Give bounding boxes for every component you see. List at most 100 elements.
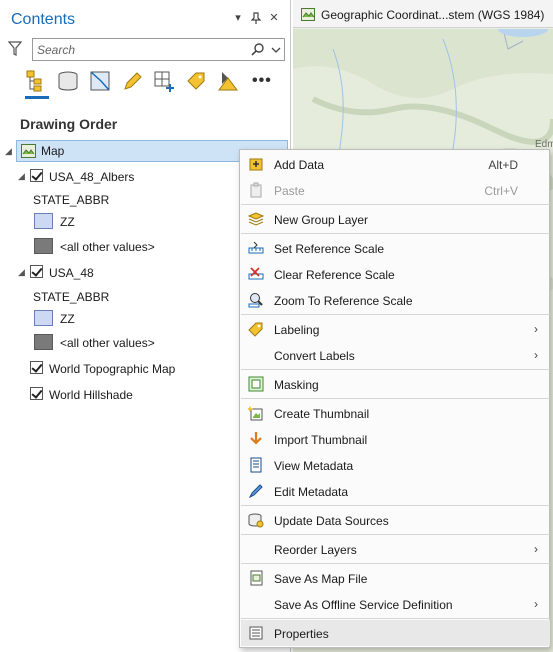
menu-item-create-thumbnail[interactable]: Create Thumbnail (241, 400, 550, 426)
menu-item-labeling[interactable]: Labeling › (241, 316, 550, 342)
menu-separator (241, 618, 550, 619)
menu-item-label: Update Data Sources (274, 514, 389, 528)
field-heading: STATE_ABBR (33, 193, 110, 207)
symbol-swatch[interactable] (34, 238, 53, 254)
clear-scale-icon (248, 266, 264, 282)
pane-options-icon[interactable]: ▾ (231, 12, 245, 24)
save-map-file-icon (248, 570, 264, 586)
menu-item-label: Clear Reference Scale (274, 268, 395, 282)
menu-item-label: Paste (274, 184, 305, 198)
symbol-swatch[interactable] (34, 213, 53, 229)
menu-item-label: View Metadata (274, 459, 354, 473)
chevron-right-icon: › (534, 348, 538, 362)
list-by-perspective-imagery-icon[interactable] (216, 68, 242, 96)
pane-title: Contents (11, 11, 76, 28)
collapse-icon[interactable]: ◢ (18, 267, 25, 278)
update-sources-icon (248, 512, 264, 528)
symbol-swatch[interactable] (34, 310, 53, 326)
menu-separator (241, 505, 550, 506)
contents-toolbar: ••• (20, 68, 280, 99)
menu-item-label: Properties (274, 627, 329, 641)
layer-name[interactable]: World Topographic Map (49, 362, 175, 376)
menu-item-zoom-to-reference-scale[interactable]: Zoom To Reference Scale (241, 287, 550, 313)
reference-scale-icon (248, 240, 264, 256)
menu-item-save-as-map-file[interactable]: Save As Map File (241, 565, 550, 591)
menu-item-view-metadata[interactable]: View Metadata (241, 452, 550, 478)
menu-item-label: Masking (274, 378, 319, 392)
masking-icon (248, 376, 264, 392)
menu-item-masking[interactable]: Masking (241, 371, 550, 397)
symbol-swatch[interactable] (34, 334, 53, 350)
list-by-source-icon[interactable] (56, 68, 82, 96)
menu-item-label: Edit Metadata (274, 485, 349, 499)
menu-item-set-reference-scale[interactable]: Set Reference Scale (241, 235, 550, 261)
menu-item-convert-labels[interactable]: Convert Labels › (241, 342, 550, 368)
search-field[interactable] (32, 38, 285, 61)
menu-item-import-thumbnail[interactable]: Import Thumbnail (241, 426, 550, 452)
layer-name[interactable]: USA_48 (49, 266, 94, 280)
chevron-down-icon[interactable] (271, 44, 281, 54)
list-by-editing-icon[interactable] (120, 68, 146, 96)
map-icon (301, 8, 315, 21)
menu-item-add-data[interactable]: Add Data Alt+D (241, 151, 550, 177)
chevron-right-icon: › (534, 542, 538, 556)
labeling-icon (248, 321, 264, 337)
menu-item-clear-reference-scale[interactable]: Clear Reference Scale (241, 261, 550, 287)
list-by-drawing-order-icon[interactable] (24, 68, 50, 99)
layer-visibility-checkbox[interactable] (30, 361, 43, 374)
more-options-icon[interactable]: ••• (252, 72, 272, 90)
class-label: ZZ (60, 312, 75, 326)
pin-icon[interactable] (249, 12, 263, 27)
menu-item-save-as-offline-service-definition[interactable]: Save As Offline Service Definition › (241, 591, 550, 617)
map-icon (21, 144, 36, 158)
collapse-icon[interactable]: ◢ (18, 171, 25, 182)
collapse-icon[interactable]: ◢ (5, 146, 12, 157)
menu-separator (241, 398, 550, 399)
list-by-selection-icon[interactable] (88, 68, 114, 96)
menu-item-label: Labeling (274, 323, 320, 337)
layer-name[interactable]: USA_48_Albers (49, 170, 134, 184)
import-thumbnail-icon (248, 431, 264, 447)
menu-item-new-group-layer[interactable]: New Group Layer (241, 206, 550, 232)
pane-header: Contents ▾ ✕ (0, 0, 291, 34)
edit-metadata-icon (248, 483, 264, 499)
menu-item-reorder-layers[interactable]: Reorder Layers › (241, 536, 550, 562)
menu-item-label: Convert Labels (274, 349, 355, 363)
layer-name[interactable]: World Hillshade (49, 388, 133, 402)
menu-item-properties[interactable]: Properties (241, 620, 550, 646)
view-metadata-icon (248, 457, 264, 473)
menu-item-paste[interactable]: Paste Ctrl+V (241, 177, 550, 203)
menu-item-edit-metadata[interactable]: Edit Metadata (241, 478, 550, 504)
group-layer-icon (247, 211, 265, 227)
filter-icon[interactable] (7, 40, 24, 58)
list-by-snapping-icon[interactable] (152, 68, 178, 96)
menu-item-label: Save As Offline Service Definition (274, 598, 453, 612)
layer-visibility-checkbox[interactable] (30, 387, 43, 400)
menu-separator (241, 534, 550, 535)
search-input[interactable] (37, 41, 237, 58)
menu-separator (241, 204, 550, 205)
class-label: <all other values> (60, 336, 155, 350)
menu-item-label: Zoom To Reference Scale (274, 294, 413, 308)
field-heading: STATE_ABBR (33, 290, 110, 304)
menu-item-update-data-sources[interactable]: Update Data Sources (241, 507, 550, 533)
list-by-labeling-icon[interactable] (184, 68, 210, 96)
menu-separator (241, 314, 550, 315)
context-menu: Add Data Alt+D Paste Ctrl+V New Group La… (239, 149, 550, 648)
menu-separator (241, 369, 550, 370)
properties-icon (248, 625, 264, 641)
close-icon[interactable]: ✕ (267, 12, 281, 24)
search-icon[interactable] (251, 42, 265, 56)
map-tab-title: Geographic Coordinat...stem (WGS 1984) (321, 8, 545, 22)
map-tab[interactable]: Geographic Coordinat...stem (WGS 1984) (293, 0, 553, 28)
paste-icon (248, 182, 264, 198)
create-thumbnail-icon (247, 405, 264, 421)
layer-visibility-checkbox[interactable] (30, 169, 43, 182)
menu-item-label: Import Thumbnail (274, 433, 368, 447)
menu-item-label: Create Thumbnail (274, 407, 370, 421)
class-label: <all other values> (60, 240, 155, 254)
layer-visibility-checkbox[interactable] (30, 265, 43, 278)
shortcut-label: Alt+D (488, 158, 518, 172)
chevron-right-icon: › (534, 597, 538, 611)
menu-item-label: Reorder Layers (274, 543, 357, 557)
